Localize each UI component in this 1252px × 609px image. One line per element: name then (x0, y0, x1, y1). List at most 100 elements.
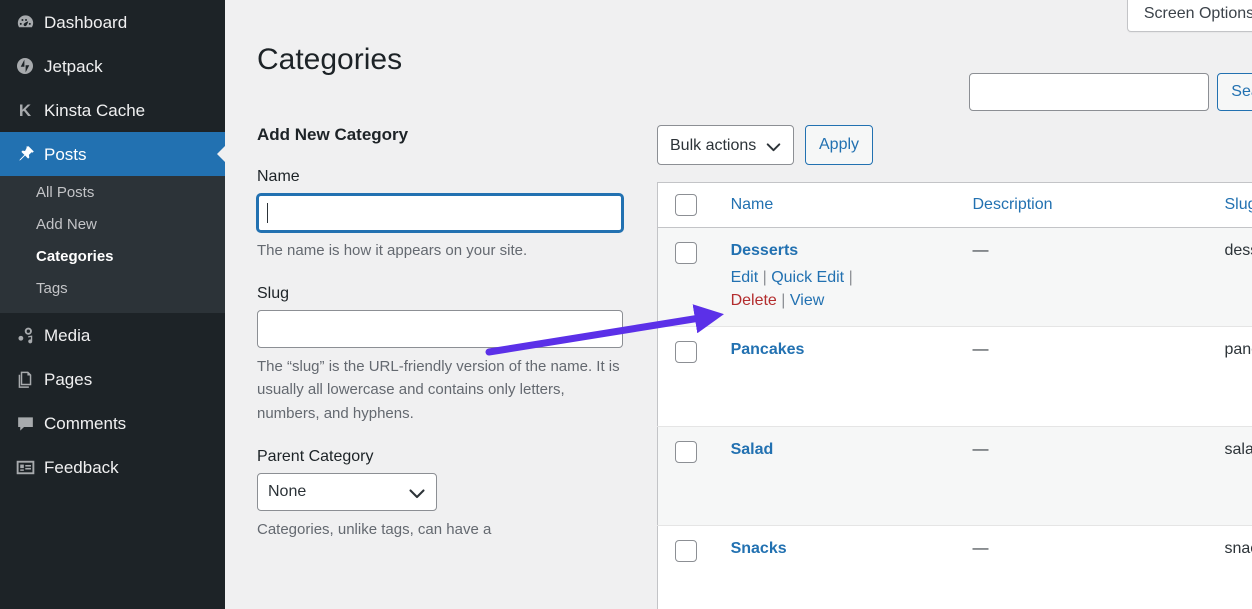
row-select-cell (657, 227, 731, 327)
column-header-name[interactable]: Name (730, 182, 973, 228)
screen-meta-links: Screen Options▼ (1126, 0, 1252, 32)
slug-help-text: The “slug” is the URL-friendly version o… (257, 358, 620, 422)
category-slug-input[interactable] (257, 310, 623, 349)
category-name-link[interactable]: Pancakes (731, 341, 805, 358)
column-header-description[interactable]: Description (972, 182, 1225, 228)
row-select-cell (657, 525, 731, 609)
row-description-cell: — (972, 425, 1225, 526)
row-checkbox[interactable] (675, 540, 697, 563)
sidebar-item-label: Kinsta Cache (44, 100, 146, 120)
sidebar-subitem-all-posts[interactable]: All Posts (0, 177, 225, 209)
kinsta-k-icon: K (10, 93, 40, 127)
form-heading: Add New Category (257, 125, 409, 144)
sidebar-item-label: Media (44, 325, 91, 345)
add-new-category-form: Add New Category Name The name is how it… (257, 125, 623, 563)
table-body: Desserts Edit | Quick Edit | Delete | Vi… (657, 227, 1252, 609)
name-field-group: Name The name is how it appears on your … (257, 167, 623, 261)
parent-field-group: Parent Category None Categories, unlike … (257, 447, 623, 541)
row-slug-cell: snacks (1224, 525, 1252, 609)
name-label: Name (257, 168, 300, 186)
table-header-row: Name Description Slug (657, 182, 1252, 228)
sidebar-subitem-tags[interactable]: Tags (0, 273, 225, 305)
page-title: Categories (257, 43, 403, 77)
slug-label: Slug (257, 284, 290, 302)
sidebar-item-pages[interactable]: Pages (0, 357, 225, 401)
sidebar-item-label: Feedback (44, 457, 119, 477)
table-header: Name Description Slug (657, 182, 1252, 228)
screen-options-label: Screen Options (1143, 5, 1252, 22)
admin-sidebar: Dashboard Jetpack K Kinsta Cache Posts A… (0, 0, 225, 609)
row-description-cell: — (972, 227, 1225, 327)
category-name-link[interactable]: Salad (731, 441, 774, 458)
row-actions-placeholder (731, 365, 896, 411)
sidebar-subitem-categories[interactable]: Categories (0, 241, 225, 273)
admin-main-content: Screen Options▼ Categories Search Add Ne… (225, 0, 1252, 609)
sidebar-item-label: Comments (44, 413, 127, 433)
name-help-text: The name is how it appears on your site. (257, 241, 528, 259)
text-caret (267, 202, 268, 223)
pages-icon (10, 362, 40, 396)
sidebar-item-comments[interactable]: Comments (0, 401, 225, 445)
row-checkbox[interactable] (675, 341, 697, 364)
row-description-cell: — (972, 525, 1225, 609)
search-submit-button[interactable]: Search (1217, 73, 1252, 111)
categories-table: Name Description Slug Desserts Edit (657, 182, 1252, 609)
category-name-link[interactable]: Snacks (731, 540, 787, 557)
row-select-cell (657, 425, 731, 526)
jetpack-icon (10, 49, 40, 83)
row-select-cell (657, 326, 731, 427)
sidebar-item-media[interactable]: Media (0, 313, 225, 357)
table-row[interactable]: Snacks — snacks (657, 525, 1252, 609)
table-row[interactable]: Pancakes — pancakes (657, 326, 1252, 427)
row-checkbox[interactable] (675, 440, 697, 463)
row-name-cell: Desserts Edit | Quick Edit | Delete | Vi… (730, 227, 973, 327)
sidebar-subitem-add-new[interactable]: Add New (0, 209, 225, 241)
apply-button[interactable]: Apply (805, 125, 874, 165)
parent-category-select[interactable]: None (257, 472, 437, 511)
sidebar-item-jetpack[interactable]: Jetpack (0, 44, 225, 88)
categories-table-panel: Bulk actions Apply Name Description Slu … (657, 125, 1252, 609)
sidebar-item-posts[interactable]: Posts (0, 132, 225, 176)
table-row[interactable]: Salad — salad (657, 425, 1252, 526)
edit-link[interactable]: Edit (731, 269, 759, 286)
row-name-cell: Pancakes (730, 326, 973, 427)
table-row[interactable]: Desserts Edit | Quick Edit | Delete | Vi… (657, 227, 1252, 327)
sidebar-item-label: Posts (44, 144, 87, 164)
slug-field-group: Slug The “slug” is the URL-friendly vers… (257, 284, 623, 425)
svg-text:K: K (19, 101, 32, 120)
sidebar-item-dashboard[interactable]: Dashboard (0, 0, 225, 44)
column-header-slug[interactable]: Slug (1224, 182, 1252, 228)
row-slug-cell: salad (1224, 425, 1252, 526)
row-description-cell: — (972, 326, 1225, 427)
select-all-checkbox[interactable] (675, 194, 697, 216)
row-slug-cell: desserts (1224, 227, 1252, 327)
sidebar-item-feedback[interactable]: Feedback (0, 445, 225, 489)
category-name-link[interactable]: Desserts (731, 242, 799, 259)
dashboard-gauge-icon (10, 5, 40, 39)
view-link[interactable]: View (790, 292, 824, 309)
search-input[interactable] (969, 73, 1210, 111)
pin-icon (10, 137, 40, 171)
screen-options-toggle[interactable]: Screen Options▼ (1126, 0, 1252, 32)
row-name-cell: Salad (730, 425, 973, 526)
row-actions-placeholder (731, 564, 896, 609)
comments-icon (10, 406, 40, 440)
parent-category-label: Parent Category (257, 447, 374, 465)
wordpress-admin-screen: Dashboard Jetpack K Kinsta Cache Posts A… (0, 0, 1252, 609)
parent-help-text: Categories, unlike tags, can have a (257, 520, 492, 538)
sidebar-item-label: Pages (44, 369, 93, 389)
delete-link[interactable]: Delete (731, 292, 777, 309)
sidebar-item-label: Jetpack (44, 56, 103, 76)
quick-edit-link[interactable]: Quick Edit (771, 269, 844, 286)
row-checkbox[interactable] (675, 242, 697, 264)
search-box: Search (969, 73, 1252, 111)
category-name-input[interactable] (257, 193, 623, 232)
row-actions-placeholder (731, 465, 896, 511)
action-separator: | (758, 269, 772, 286)
select-all-header (657, 182, 731, 228)
bulk-actions-select[interactable]: Bulk actions (657, 125, 794, 165)
sidebar-item-kinsta-cache[interactable]: K Kinsta Cache (0, 88, 225, 132)
action-separator: | (844, 269, 853, 286)
row-name-cell: Snacks (730, 525, 973, 609)
table-nav-top: Bulk actions Apply (657, 125, 1252, 165)
